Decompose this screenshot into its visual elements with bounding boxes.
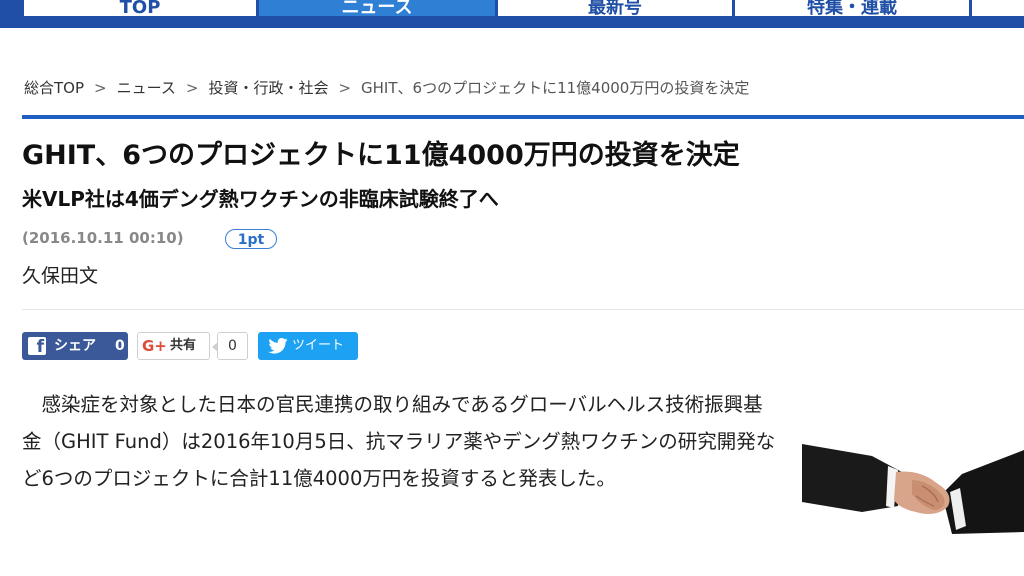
facebook-share-button[interactable]: f シェア 0 xyxy=(22,332,128,360)
breadcrumb-separator: > xyxy=(94,79,107,97)
google-plus-share-count: 0 xyxy=(212,332,248,360)
article-author: 久保田文 xyxy=(22,265,99,287)
facebook-share-count: 0 xyxy=(115,338,125,354)
google-plus-share-label: 共有 xyxy=(170,338,197,353)
handshake-image xyxy=(802,414,1024,546)
facebook-icon: f xyxy=(28,337,46,357)
breadcrumb-news-link[interactable]: ニュース xyxy=(117,79,176,97)
tab-top[interactable]: TOP xyxy=(24,0,256,16)
facebook-share-label: シェア xyxy=(54,338,96,354)
tweet-button[interactable]: ツイート xyxy=(258,332,358,360)
points-badge[interactable]: 1pt xyxy=(225,229,277,249)
divider xyxy=(22,309,1024,310)
tab-news[interactable]: ニュース xyxy=(259,0,495,16)
breadcrumb-separator: > xyxy=(338,79,352,97)
tab-top-label: TOP xyxy=(119,0,161,16)
article-body: 感染症を対象とした日本の官民連携の取り組みであるグローバルヘルス技術振興基金（G… xyxy=(22,386,782,497)
breadcrumb: 総合TOP > ニュース > 投資・行政・社会 > GHIT、6つのプロジェクトに11億40… xyxy=(24,77,749,99)
handshake-photo xyxy=(802,414,1024,546)
title-rule xyxy=(22,115,1024,119)
tab-features-label: 特集・連載 xyxy=(807,0,897,16)
top-navigation: TOP ニュース 最新号 特集・連載 xyxy=(0,0,1024,28)
twitter-bird-icon xyxy=(268,338,288,354)
breadcrumb-category-link[interactable]: 投資・行政・社会 xyxy=(208,79,328,97)
tab-features[interactable]: 特集・連載 xyxy=(735,0,969,16)
article-date: (2016.10.11 00:10) xyxy=(22,229,184,247)
article-paragraph: 感染症を対象とした日本の官民連携の取り組みであるグローバルヘルス技術振興基金（G… xyxy=(22,393,776,490)
tab-latest-issue[interactable]: 最新号 xyxy=(498,0,732,16)
breadcrumb-current: GHIT、6つのプロジェクトに11億4000万円の投資を決定 xyxy=(361,79,750,97)
google-plus-icon: G+ xyxy=(142,337,167,355)
article-subtitle: 米VLP社は4価デング熱ワクチンの非臨床試験終了へ xyxy=(22,187,499,211)
breadcrumb-separator: > xyxy=(185,79,199,97)
google-plus-share-button[interactable]: G+ 共有 xyxy=(137,332,210,360)
tab-more[interactable] xyxy=(972,0,1024,16)
tab-latest-issue-label: 最新号 xyxy=(588,0,642,16)
breadcrumb-home-link[interactable]: 総合TOP xyxy=(24,79,84,97)
tweet-label: ツイート xyxy=(292,338,345,353)
article-title: GHIT、6つのプロジェクトに11億4000万円の投資を決定 xyxy=(22,140,740,171)
tab-news-label: ニュース xyxy=(341,0,413,16)
